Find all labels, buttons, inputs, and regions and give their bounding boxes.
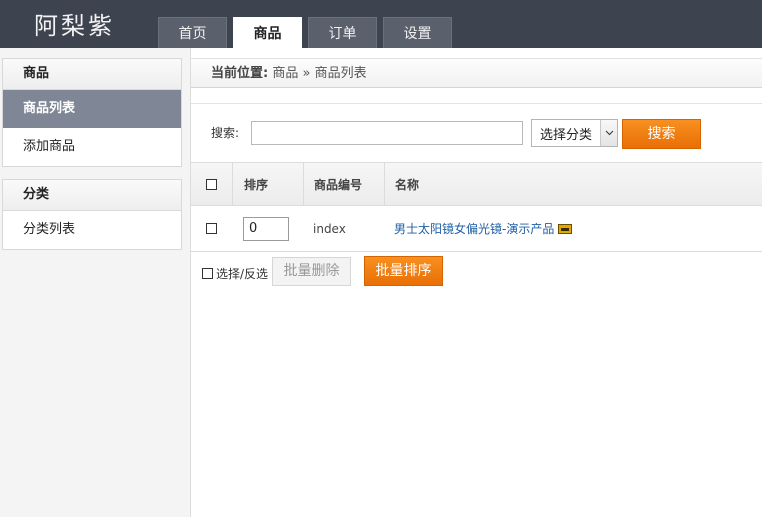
select-toggle[interactable]: 选择/反选 bbox=[202, 265, 268, 282]
column-header-code: 商品编号 bbox=[314, 177, 363, 192]
batch-delete-button[interactable]: 批量删除 bbox=[272, 257, 351, 286]
sidebar: 商品 商品列表 添加商品 分类 分类列表 bbox=[0, 48, 191, 517]
tab-orders[interactable]: 订单 bbox=[308, 17, 377, 48]
table-header: 排序 商品编号 名称 bbox=[191, 162, 762, 206]
product-code: index bbox=[313, 221, 346, 236]
sidebar-item-category-list[interactable]: 分类列表 bbox=[3, 211, 181, 249]
row-checkbox[interactable] bbox=[206, 223, 217, 234]
row-sort-cell: 0 bbox=[232, 206, 303, 251]
tab-products[interactable]: 商品 bbox=[233, 17, 302, 48]
row-code-cell: index bbox=[303, 206, 384, 251]
column-header-name: 名称 bbox=[395, 177, 420, 192]
batch-actions: 选择/反选 批量删除 批量排序 bbox=[191, 256, 762, 290]
header-check-cell bbox=[191, 163, 232, 205]
select-toggle-checkbox[interactable] bbox=[202, 268, 213, 279]
column-header-sort: 排序 bbox=[244, 177, 269, 192]
breadcrumb: 当前位置: 商品 » 商品列表 bbox=[191, 58, 762, 88]
search-bar: 搜索: 选择分类 搜索 bbox=[191, 103, 762, 162]
breadcrumb-separator: » bbox=[302, 66, 311, 81]
search-label: 搜索: bbox=[211, 126, 240, 140]
sidebar-group-categories: 分类 分类列表 bbox=[2, 179, 182, 250]
batch-sort-button[interactable]: 批量排序 bbox=[364, 256, 443, 286]
search-button[interactable]: 搜索 bbox=[622, 119, 701, 149]
search-input[interactable] bbox=[251, 121, 523, 145]
breadcrumb-item-product-list: 商品列表 bbox=[314, 66, 367, 81]
sidebar-item-add-product[interactable]: 添加商品 bbox=[3, 128, 181, 166]
breadcrumb-label: 当前位置: bbox=[211, 66, 269, 81]
sidebar-group-title: 分类 bbox=[3, 180, 181, 211]
breadcrumb-item-products[interactable]: 商品 bbox=[272, 66, 298, 81]
sidebar-group-products: 商品 商品列表 添加商品 bbox=[2, 58, 182, 167]
product-table: 排序 商品编号 名称 0 index 男士太阳镜女偏光镜-演示产品 bbox=[191, 162, 762, 252]
select-toggle-label: 选择/反选 bbox=[216, 267, 269, 281]
category-select[interactable]: 选择分类 bbox=[531, 119, 618, 147]
main-nav: 首页 商品 订单 设置 bbox=[158, 17, 458, 48]
category-select-value: 选择分类 bbox=[540, 127, 593, 143]
header-sort: 排序 bbox=[232, 163, 303, 205]
top-header: 阿梨紫 首页 商品 订单 设置 bbox=[0, 0, 762, 49]
row-name-cell: 男士太阳镜女偏光镜-演示产品 bbox=[384, 206, 762, 251]
chevron-down-icon bbox=[600, 120, 617, 146]
tab-home[interactable]: 首页 bbox=[158, 17, 227, 48]
product-name-link[interactable]: 男士太阳镜女偏光镜-演示产品 bbox=[394, 220, 554, 237]
tab-settings[interactable]: 设置 bbox=[383, 17, 452, 48]
table-row: 0 index 男士太阳镜女偏光镜-演示产品 bbox=[191, 206, 762, 252]
main-content: 当前位置: 商品 » 商品列表 搜索: 选择分类 搜索 排序 商品编号 名称 0… bbox=[191, 48, 762, 517]
sidebar-group-title: 商品 bbox=[3, 59, 181, 90]
sidebar-item-product-list[interactable]: 商品列表 bbox=[3, 90, 181, 128]
sort-order-input[interactable]: 0 bbox=[243, 216, 289, 241]
header-name: 名称 bbox=[384, 163, 762, 205]
select-all-checkbox[interactable] bbox=[206, 178, 217, 190]
row-check-cell bbox=[191, 206, 232, 251]
site-logo: 阿梨紫 bbox=[34, 12, 115, 40]
image-icon[interactable] bbox=[558, 223, 573, 234]
header-code: 商品编号 bbox=[303, 163, 384, 205]
